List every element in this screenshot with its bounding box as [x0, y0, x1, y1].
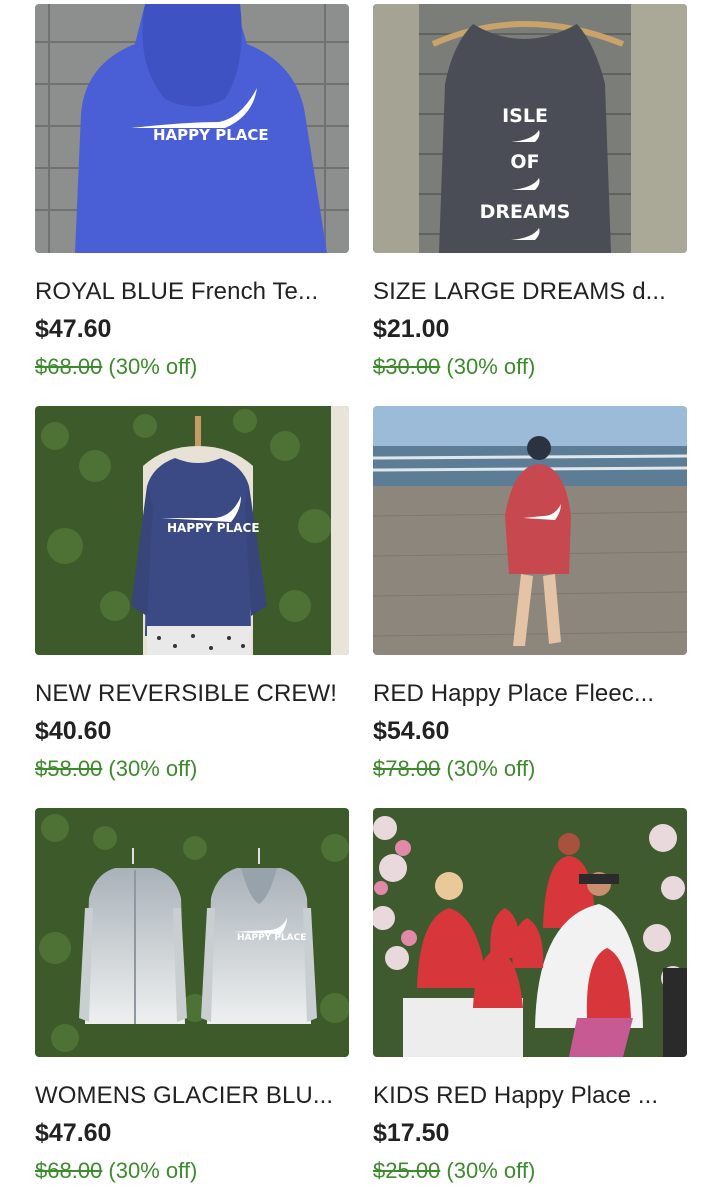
listing-image[interactable]	[373, 406, 687, 655]
listing-card[interactable]: RED Happy Place Fleec... $54.60 $78.00 (…	[373, 406, 687, 802]
listing-discount: $25.00 (30% off)	[373, 1156, 535, 1186]
listing-discount: $68.00 (30% off)	[35, 1156, 197, 1186]
graphic-line-2: OF	[510, 151, 539, 173]
graphic-text: HAPPY PLACE	[237, 933, 306, 943]
listing-title[interactable]: KIDS RED Happy Place ...	[373, 1081, 687, 1111]
original-price: $68.00	[35, 1158, 103, 1183]
discount-percent: (30% off)	[446, 1158, 536, 1183]
original-price: $58.00	[35, 756, 103, 781]
discount-percent: (30% off)	[108, 756, 198, 781]
kids-red-hoodies-photo	[373, 808, 687, 1057]
listing-price: $17.50	[373, 1119, 450, 1147]
listing-title[interactable]: SIZE LARGE DREAMS d...	[373, 277, 687, 307]
graphic-text: HAPPY PLACE	[167, 521, 260, 535]
original-price: $68.00	[35, 354, 103, 379]
listing-card[interactable]: ISLE OF DREAMS SIZE LARGE DREAMS d... $2…	[373, 4, 687, 400]
listing-title[interactable]: NEW REVERSIBLE CREW!	[35, 679, 349, 709]
original-price: $30.00	[373, 354, 441, 379]
listing-card[interactable]: HAPPY PLACE ROYAL BLUE French Te... $47.…	[35, 4, 349, 400]
graphic-text: HAPPY PLACE	[153, 126, 269, 144]
graphic-line-3: DREAMS	[480, 201, 571, 223]
listing-card[interactable]: KIDS RED Happy Place ... $17.50 $25.00 (…	[373, 808, 687, 1204]
red-hoodie-beach-photo	[373, 406, 687, 655]
discount-percent: (30% off)	[108, 1158, 198, 1183]
listing-price: $47.60	[35, 315, 112, 343]
discount-percent: (30% off)	[446, 354, 536, 379]
navy-crew-photo: HAPPY PLACE	[35, 406, 349, 655]
graphic-line-1: ISLE	[502, 105, 548, 127]
listing-price: $21.00	[373, 315, 450, 343]
listing-discount: $78.00 (30% off)	[373, 754, 535, 784]
listing-price: $40.60	[35, 717, 112, 745]
listing-title[interactable]: RED Happy Place Fleec...	[373, 679, 687, 709]
isle-of-dreams-tank-photo: ISLE OF DREAMS	[373, 4, 687, 253]
listing-price: $54.60	[373, 717, 450, 745]
discount-percent: (30% off)	[108, 354, 198, 379]
listing-card[interactable]: HAPPY PLACE NEW REVERSIBLE CREW! $40.60 …	[35, 406, 349, 802]
listing-discount: $58.00 (30% off)	[35, 754, 197, 784]
listing-image[interactable]: HAPPY PLACE	[35, 808, 349, 1057]
listing-price: $47.60	[35, 1119, 112, 1147]
listing-image[interactable]: ISLE OF DREAMS	[373, 4, 687, 253]
listing-discount: $68.00 (30% off)	[35, 352, 197, 382]
listing-image[interactable]	[373, 808, 687, 1057]
listing-image[interactable]: HAPPY PLACE	[35, 4, 349, 253]
original-price: $78.00	[373, 756, 441, 781]
original-price: $25.00	[373, 1158, 441, 1183]
listing-title[interactable]: ROYAL BLUE French Te...	[35, 277, 349, 307]
listing-title[interactable]: WOMENS GLACIER BLU...	[35, 1081, 349, 1111]
royal-blue-hoodie-photo: HAPPY PLACE	[35, 4, 349, 253]
listing-image[interactable]: HAPPY PLACE	[35, 406, 349, 655]
listing-grid: HAPPY PLACE ROYAL BLUE French Te... $47.…	[0, 0, 721, 1200]
listing-discount: $30.00 (30% off)	[373, 352, 535, 382]
listing-card[interactable]: HAPPY PLACE WOMENS GLACIER BLU... $47.60…	[35, 808, 349, 1204]
glacier-blue-hoodies-photo: HAPPY PLACE	[35, 808, 349, 1057]
discount-percent: (30% off)	[446, 756, 536, 781]
